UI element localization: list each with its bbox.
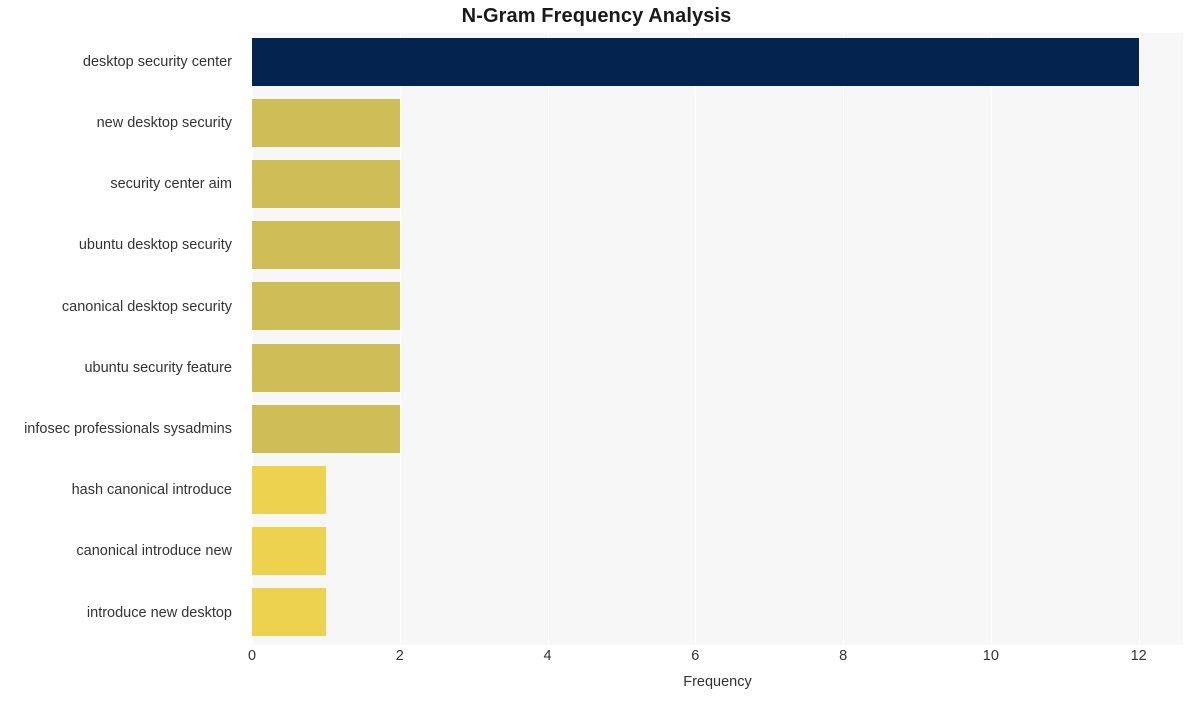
ngram-frequency-chart: N-Gram Frequency Analysis desktop securi… xyxy=(0,0,1193,701)
bar[interactable] xyxy=(252,221,400,269)
bar-row xyxy=(252,461,1183,519)
x-axis-tick-label: 6 xyxy=(691,648,699,664)
bar[interactable] xyxy=(252,282,400,330)
bar[interactable] xyxy=(252,38,1139,86)
y-axis-tick-label: canonical desktop security xyxy=(62,278,232,336)
bar-row xyxy=(252,155,1183,213)
chart-title: N-Gram Frequency Analysis xyxy=(0,5,1193,28)
y-axis-tick-label: hash canonical introduce xyxy=(72,461,232,519)
y-axis-tick-label: new desktop security xyxy=(97,94,232,152)
bar[interactable] xyxy=(252,466,326,514)
y-axis-tick-label: introduce new desktop xyxy=(87,584,232,642)
x-axis-title: Frequency xyxy=(252,674,1183,690)
bar[interactable] xyxy=(252,344,400,392)
bar-row xyxy=(252,523,1183,581)
bar-row xyxy=(252,584,1183,642)
y-axis-tick-label: desktop security center xyxy=(83,33,232,91)
bars-layer xyxy=(252,33,1183,645)
x-axis-ticks: 024681012 xyxy=(252,648,1183,670)
bar[interactable] xyxy=(252,405,400,453)
bar-row xyxy=(252,217,1183,275)
bar[interactable] xyxy=(252,588,326,636)
bar-row xyxy=(252,278,1183,336)
bar[interactable] xyxy=(252,99,400,147)
bar-row xyxy=(252,400,1183,458)
y-axis-tick-label: canonical introduce new xyxy=(76,523,232,581)
x-axis-tick-label: 0 xyxy=(248,648,256,664)
bar-row xyxy=(252,94,1183,152)
y-axis-tick-label: security center aim xyxy=(110,155,232,213)
x-axis-tick-label: 4 xyxy=(544,648,552,664)
x-axis-tick-label: 12 xyxy=(1131,648,1147,664)
y-axis-tick-label: ubuntu desktop security xyxy=(79,217,232,275)
y-axis-tick-label: ubuntu security feature xyxy=(84,339,232,397)
bar-row xyxy=(252,339,1183,397)
plot-area xyxy=(252,33,1183,645)
bar-row xyxy=(252,33,1183,91)
x-axis-tick-label: 2 xyxy=(396,648,404,664)
y-axis-tick-label: infosec professionals sysadmins xyxy=(24,400,232,458)
y-axis-labels: desktop security centernew desktop secur… xyxy=(0,33,242,645)
bar[interactable] xyxy=(252,160,400,208)
x-axis-tick-label: 10 xyxy=(983,648,999,664)
bar[interactable] xyxy=(252,527,326,575)
x-axis-tick-label: 8 xyxy=(839,648,847,664)
